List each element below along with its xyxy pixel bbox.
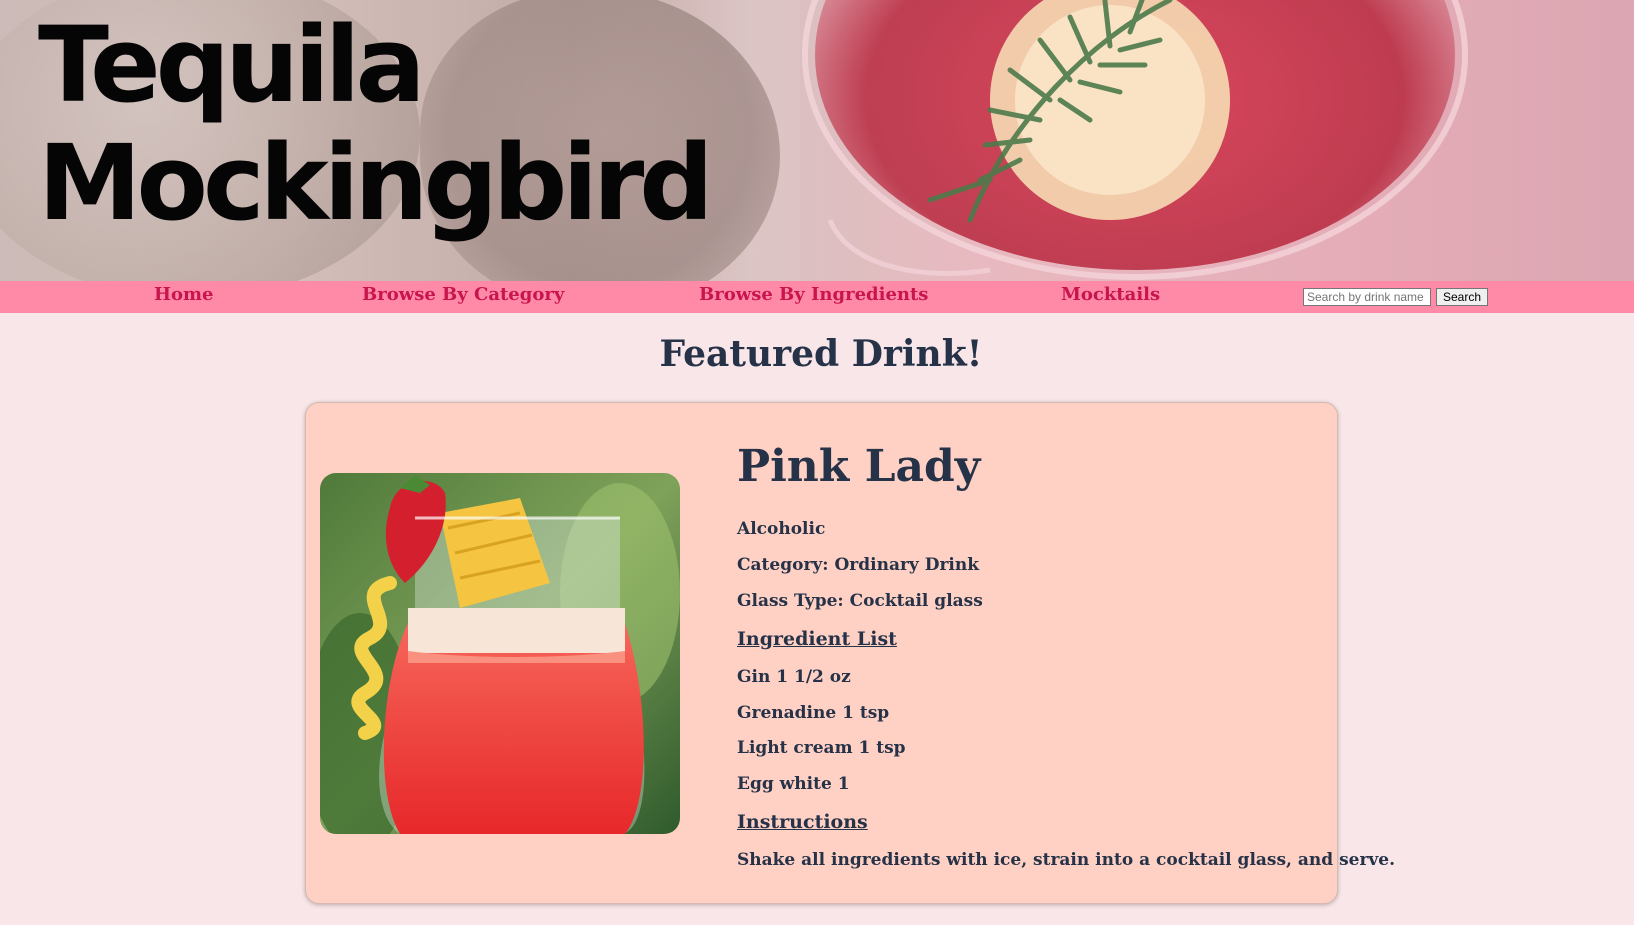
site-title-line-2: Mockingbird [38, 122, 714, 244]
ingredient-item: Gin 1 1/2 oz [737, 667, 851, 687]
site-title: Tequila Mockingbird [38, 4, 714, 244]
ingredient-item: Light cream 1 tsp [737, 738, 906, 758]
nav-home-link[interactable]: Home [154, 284, 214, 305]
drink-instructions: Shake all ingredients with ice, strain i… [737, 850, 1396, 870]
drink-category: Category: Ordinary Drink [737, 555, 980, 575]
header-banner: Tequila Mockingbird [0, 0, 1634, 281]
drink-glass-type: Glass Type: Cocktail glass [737, 591, 983, 611]
main-nav: Home Browse By Category Browse By Ingred… [0, 281, 1634, 313]
ingredient-item: Grenadine 1 tsp [737, 703, 890, 723]
search-button[interactable]: Search [1436, 288, 1488, 306]
nav-mocktails-link[interactable]: Mocktails [1061, 284, 1160, 305]
featured-heading: Featured Drink! [659, 333, 983, 375]
drink-name: Pink Lady [737, 441, 981, 492]
ingredients-heading: Ingredient List [737, 628, 897, 650]
nav-browse-ingredients-link[interactable]: Browse By Ingredients [699, 284, 928, 305]
featured-drink-card: Pink Lady Alcoholic Category: Ordinary D… [305, 402, 1395, 904]
drink-alcoholic: Alcoholic [737, 519, 826, 539]
site-title-line-1: Tequila [38, 4, 426, 126]
search-input[interactable] [1303, 288, 1431, 306]
banner-cocktail-image [802, 0, 1468, 280]
instructions-heading: Instructions [737, 811, 868, 833]
drink-photo [320, 473, 680, 834]
ingredient-item: Egg white 1 [737, 774, 850, 794]
nav-browse-category-link[interactable]: Browse By Category [362, 284, 564, 305]
